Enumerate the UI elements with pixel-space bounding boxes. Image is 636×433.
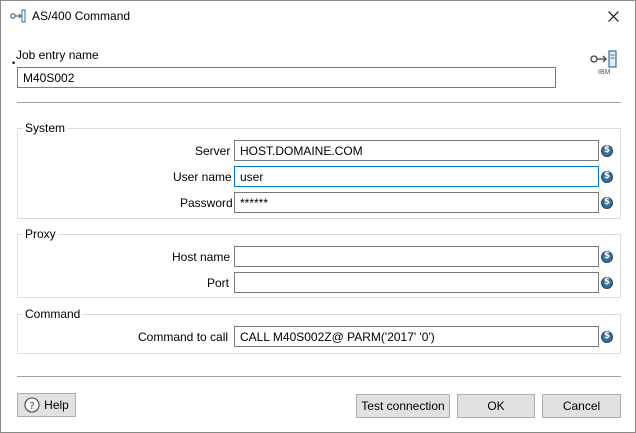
close-icon	[607, 10, 619, 22]
window-title: AS/400 Command	[32, 9, 131, 23]
hostname-input[interactable]	[234, 246, 599, 267]
password-label: Password	[180, 196, 233, 210]
variable-icon[interactable]	[601, 331, 613, 343]
as400-job-icon	[10, 9, 26, 23]
ok-button[interactable]: OK	[457, 394, 535, 418]
separator	[17, 102, 621, 103]
hostname-label: Host name	[172, 250, 231, 264]
ibm-logo-text: IBM	[598, 69, 611, 76]
close-button[interactable]	[591, 1, 635, 31]
test-connection-button[interactable]: Test connection	[356, 394, 450, 418]
help-icon: ?	[24, 397, 40, 413]
password-input[interactable]: ******	[234, 192, 599, 213]
ok-button-label: OK	[487, 399, 505, 413]
separator	[17, 376, 621, 377]
test-connection-button-label: Test connection	[361, 399, 445, 413]
help-button-label: Help	[44, 398, 69, 412]
system-group-title: System	[23, 121, 68, 135]
command-to-call-input[interactable]: CALL M40S002Z@ PARM('2017' '0')	[234, 326, 599, 347]
server-input[interactable]: HOST.DOMAINE.COM	[234, 140, 599, 161]
port-label: Port	[207, 276, 230, 290]
variable-icon[interactable]	[601, 171, 613, 183]
username-input[interactable]: user	[234, 166, 599, 187]
svg-text:?: ?	[30, 401, 35, 412]
command-to-call-label: Command to call	[138, 330, 229, 344]
required-marker: •	[12, 58, 16, 68]
username-label: User name	[173, 170, 232, 184]
cancel-button[interactable]: Cancel	[542, 394, 621, 418]
job-entry-label: • Job entry name	[12, 48, 99, 68]
cancel-button-label: Cancel	[562, 399, 601, 413]
port-input[interactable]	[234, 272, 599, 293]
command-group-title: Command	[23, 307, 83, 321]
variable-icon[interactable]	[601, 145, 613, 157]
variable-icon[interactable]	[601, 251, 613, 263]
job-entry-name-input[interactable]: M40S002	[17, 67, 556, 88]
job-entry-label-text: Job entry name	[16, 48, 99, 62]
variable-icon[interactable]	[601, 197, 613, 209]
variable-icon[interactable]	[601, 277, 613, 289]
dialog-window: AS/400 Command • Job entry name M40S002 …	[0, 0, 636, 433]
help-button[interactable]: ? Help	[17, 393, 76, 417]
proxy-group-title: Proxy	[23, 227, 58, 241]
title-bar: AS/400 Command	[1, 1, 635, 32]
server-label: Server	[195, 144, 231, 158]
